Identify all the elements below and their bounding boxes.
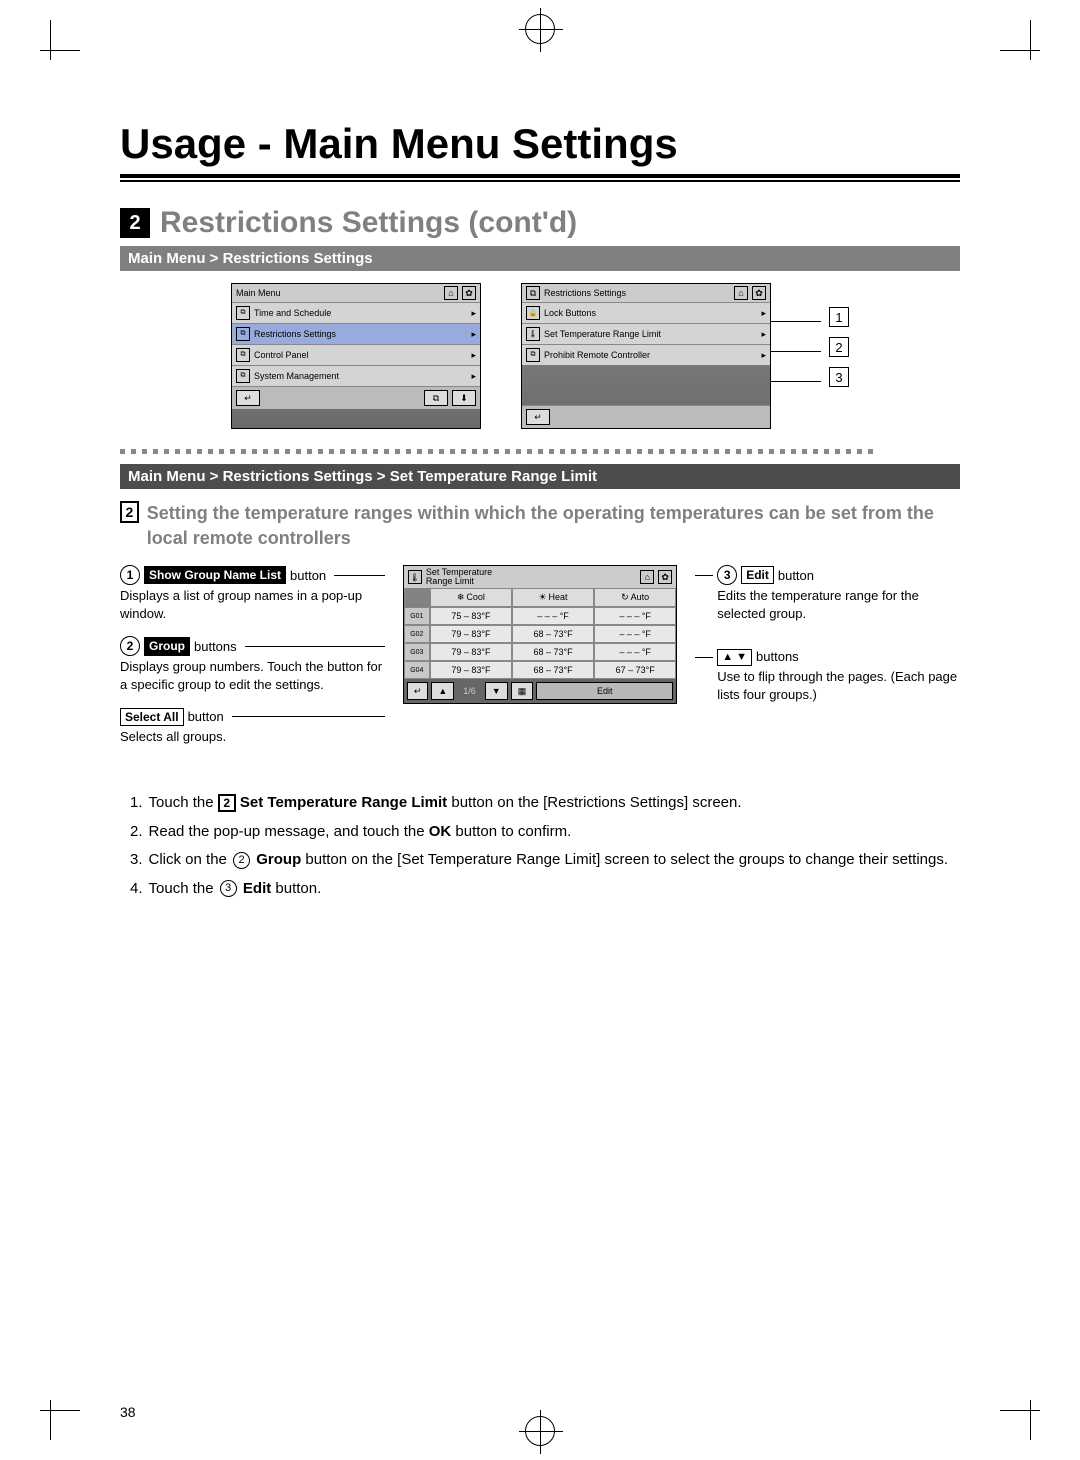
home-icon: ⌂ xyxy=(734,286,748,300)
menu-row[interactable]: ⧉Control Panel▸ xyxy=(232,344,480,365)
subsection-title: Setting the temperature ranges within wh… xyxy=(147,501,960,551)
subsection-number: 2 xyxy=(120,501,139,523)
page-down-icon[interactable]: ▼ xyxy=(485,682,508,700)
label-select-all: Select All xyxy=(120,708,184,726)
label-show-group: Show Group Name List xyxy=(144,566,286,584)
group-button[interactable]: G01 xyxy=(404,607,430,625)
pager-text: 1/6 xyxy=(457,682,482,700)
back-icon[interactable]: ↵ xyxy=(526,409,550,425)
restriction-item[interactable]: ⧉Prohibit Remote Controller▸ xyxy=(522,344,770,365)
arrow-buttons-icon: ▲ ▼ xyxy=(717,649,752,666)
restrictions-title: Restrictions Settings xyxy=(544,288,626,298)
note-desc: Displays a list of group names in a pop-… xyxy=(120,587,385,622)
main-menu-screen: Main Menu ⌂ ✿ ⧉Time and Schedule▸ ⧉Restri… xyxy=(231,283,481,429)
breadcrumb-2: Main Menu > Restrictions Settings > Set … xyxy=(120,464,960,489)
select-all-icon[interactable]: ▦ xyxy=(511,682,534,700)
note-desc: Use to flip through the pages. (Each pag… xyxy=(695,668,960,703)
note-desc: Selects all groups. xyxy=(120,728,385,746)
menu-row[interactable]: ⧉System Management▸ xyxy=(232,365,480,386)
page-up-icon[interactable]: ▲ xyxy=(431,682,454,700)
group-button[interactable]: G03 xyxy=(404,643,430,661)
restriction-item[interactable]: 🔒Lock Buttons▸ xyxy=(522,302,770,323)
home-icon: ⌂ xyxy=(640,570,654,584)
section-title: Restrictions Settings (cont'd) xyxy=(160,206,577,240)
callout-1: 1 xyxy=(829,307,849,327)
back-icon[interactable]: ↵ xyxy=(407,682,429,700)
run-icon: ✿ xyxy=(658,570,672,584)
tab-auto[interactable]: ↻Auto xyxy=(594,588,676,607)
step-circ-3: 3 xyxy=(220,880,237,897)
page-number: 38 xyxy=(120,1404,136,1420)
note-show-group-list: 1 Show Group Name List button Displays a… xyxy=(120,565,385,622)
breadcrumb-1: Main Menu > Restrictions Settings xyxy=(120,246,960,271)
table-row: G0479 – 83°F68 – 73°F67 – 73°F xyxy=(404,661,676,679)
table-row: G0279 – 83°F68 – 73°F– – – °F xyxy=(404,625,676,643)
section-number: 2 xyxy=(120,208,150,238)
circle-3: 3 xyxy=(717,565,737,585)
temp-range-screen: 🌡 Set TemperatureRange Limit ⌂✿ ❄Cool ☀H… xyxy=(403,565,677,704)
note-group-buttons: 2 Group buttons Displays group numbers. … xyxy=(120,636,385,693)
main-menu-title: Main Menu xyxy=(236,288,281,298)
note-select-all: Select All button Selects all groups. xyxy=(120,708,385,746)
foot-icon[interactable]: ⬇ xyxy=(452,390,476,406)
back-icon[interactable]: ↵ xyxy=(236,390,260,406)
note-arrow-buttons: ▲ ▼ buttons Use to flip through the page… xyxy=(695,648,960,703)
step-box-2: 2 xyxy=(218,794,236,812)
table-row: G0175 – 83°F– – – °F– – – °F xyxy=(404,607,676,625)
title-underline xyxy=(120,180,960,182)
page-title: Usage - Main Menu Settings xyxy=(120,120,960,178)
dotted-separator xyxy=(120,449,960,454)
circle-1: 1 xyxy=(120,565,140,585)
note-desc: Displays group numbers. Touch the button… xyxy=(120,658,385,693)
callout-2: 2 xyxy=(829,337,849,357)
home-icon: ⌂ xyxy=(444,286,458,300)
note-desc: Edits the temperature range for the sele… xyxy=(695,587,960,622)
group-button[interactable]: G04 xyxy=(404,661,430,679)
tab-heat[interactable]: ☀Heat xyxy=(512,588,594,607)
tab-cool[interactable]: ❄Cool xyxy=(430,588,512,607)
group-button[interactable]: G02 xyxy=(404,625,430,643)
steps-list: 1.Touch the 2 Set Temperature Range Limi… xyxy=(130,789,960,903)
restrictions-screen: ⧉Restrictions Settings ⌂✿ 🔒Lock Buttons▸… xyxy=(521,283,771,429)
foot-icon[interactable]: ⧉ xyxy=(424,390,448,406)
edit-button[interactable]: Edit xyxy=(536,682,673,700)
step-circ-2: 2 xyxy=(233,852,250,869)
run-icon: ✿ xyxy=(752,286,766,300)
subsection-header: 2 Setting the temperature ranges within … xyxy=(120,501,960,551)
label-group: Group xyxy=(144,637,190,655)
run-icon: ✿ xyxy=(462,286,476,300)
callout-3: 3 xyxy=(829,367,849,387)
section-header: 2 Restrictions Settings (cont'd) xyxy=(120,206,960,240)
menu-row-selected[interactable]: ⧉Restrictions Settings▸ xyxy=(232,323,480,344)
label-edit: Edit xyxy=(741,566,774,584)
table-row: G0379 – 83°F68 – 73°F– – – °F xyxy=(404,643,676,661)
restriction-item[interactable]: 🌡Set Temperature Range Limit▸ xyxy=(522,323,770,344)
temp-icon: 🌡 xyxy=(408,570,422,584)
note-edit-button: 3 Edit button Edits the temperature rang… xyxy=(695,565,960,622)
circle-2: 2 xyxy=(120,636,140,656)
menu-row[interactable]: ⧉Time and Schedule▸ xyxy=(232,302,480,323)
